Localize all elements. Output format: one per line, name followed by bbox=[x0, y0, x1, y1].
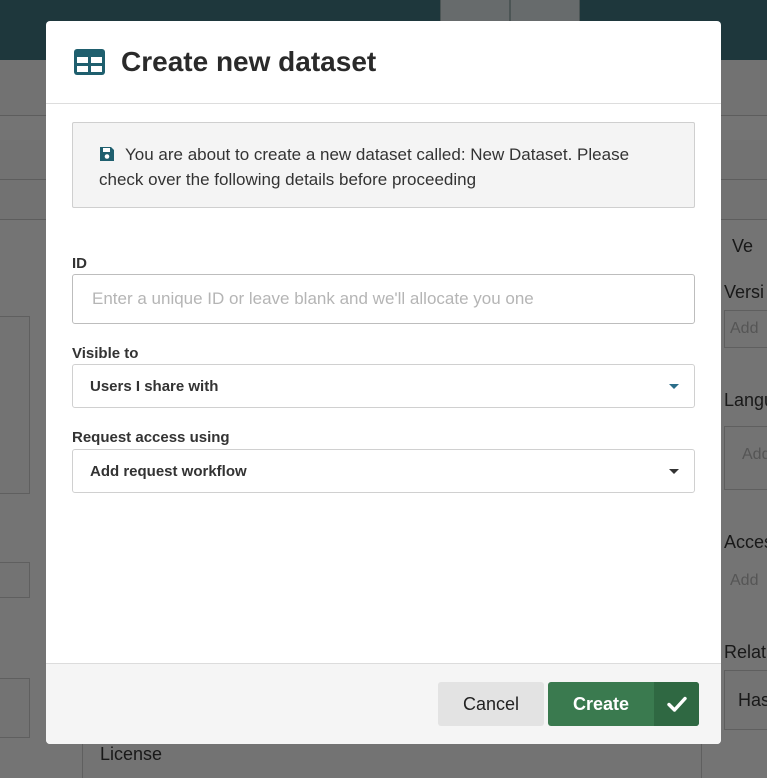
create-dataset-modal: Create new dataset You are about to crea… bbox=[46, 21, 721, 744]
notice-text: You are about to create a new dataset ca… bbox=[99, 145, 630, 189]
cancel-button[interactable]: Cancel bbox=[438, 682, 544, 726]
table-icon bbox=[74, 49, 105, 75]
modal-title: Create new dataset bbox=[121, 46, 377, 77]
request-access-label: Request access using bbox=[72, 429, 230, 446]
request-access-value: Add request workflow bbox=[90, 462, 247, 480]
visible-to-select[interactable]: Users I share with bbox=[72, 364, 695, 408]
create-button-label: Create bbox=[572, 693, 630, 714]
modal-header: Create new dataset bbox=[46, 21, 721, 104]
request-access-select[interactable]: Add request workflow bbox=[72, 449, 695, 493]
notice-box: You are about to create a new dataset ca… bbox=[72, 122, 695, 208]
check-icon bbox=[654, 682, 699, 726]
visible-to-label: Visible to bbox=[72, 345, 139, 362]
modal-footer: Cancel Create bbox=[46, 663, 721, 744]
visible-to-value: Users I share with bbox=[90, 377, 219, 395]
chevron-down-icon bbox=[669, 384, 679, 389]
id-input[interactable] bbox=[72, 274, 695, 324]
id-label: ID bbox=[72, 255, 87, 272]
chevron-down-icon bbox=[669, 469, 679, 474]
save-icon bbox=[99, 144, 115, 161]
create-button[interactable]: Create bbox=[548, 682, 699, 726]
